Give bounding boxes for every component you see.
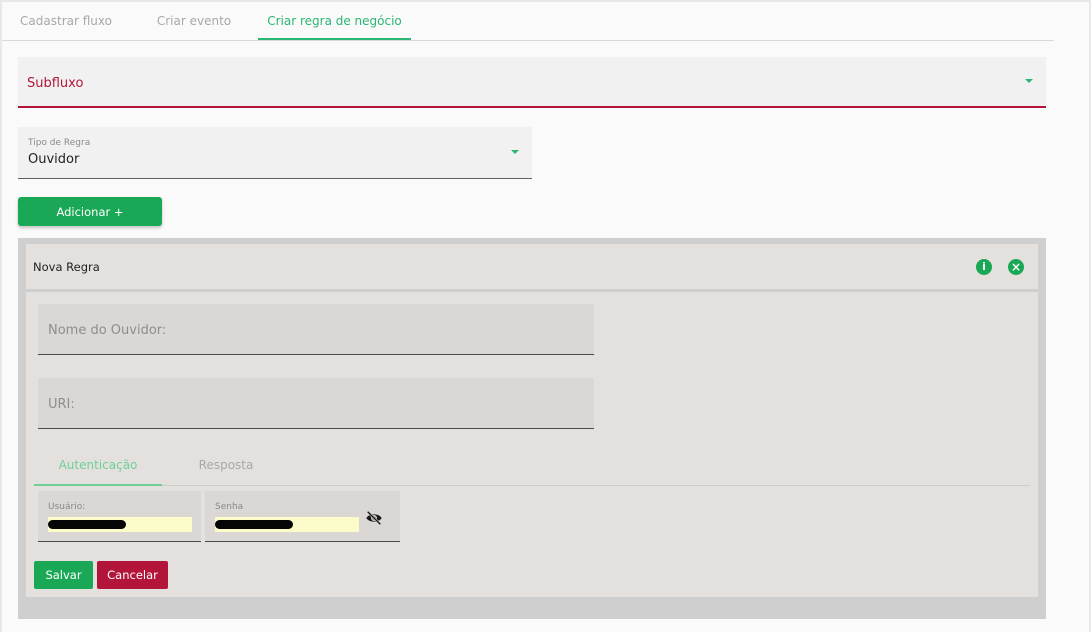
page-border-left — [0, 0, 2, 632]
rule-subtabs: Autenticação Resposta — [34, 446, 1030, 486]
usuario-label: Usuário: — [48, 502, 86, 512]
subfluxo-select[interactable]: Subfluxo — [18, 57, 1046, 108]
uri-input[interactable]: URI: — [38, 378, 594, 429]
usuario-autofill-value — [48, 517, 192, 532]
nome-ouvidor-input[interactable]: Nome do Ouvidor: — [38, 304, 594, 355]
close-circle-icon[interactable]: × — [1008, 259, 1024, 275]
salvar-button[interactable]: Salvar — [34, 561, 93, 589]
tipo-regra-value: Ouvidor — [28, 152, 80, 167]
dropdown-caret-icon — [511, 150, 519, 154]
usuario-input[interactable]: Usuário: — [38, 491, 201, 542]
rule-body: Nome do Ouvidor: URI: Autenticação Respo… — [26, 292, 1038, 597]
nome-ouvidor-placeholder: Nome do Ouvidor: — [48, 323, 167, 338]
tab-autenticacao[interactable]: Autenticação — [34, 446, 162, 485]
dropdown-caret-icon — [1025, 79, 1033, 83]
subfluxo-label: Subfluxo — [27, 76, 84, 91]
uri-placeholder: URI: — [48, 397, 75, 412]
info-icon[interactable]: i — [976, 259, 992, 275]
rule-header: Nova Regra i × — [26, 244, 1038, 289]
tab-resposta[interactable]: Resposta — [162, 446, 290, 485]
tipo-regra-select[interactable]: Tipo de Regra Ouvidor — [18, 127, 532, 179]
cancelar-button[interactable]: Cancelar — [97, 561, 168, 589]
tab-active-indicator — [258, 38, 411, 40]
rule-title: Nova Regra — [33, 260, 100, 274]
senha-input[interactable]: Senha — [205, 491, 400, 542]
redacted-value — [48, 520, 126, 529]
senha-label: Senha — [215, 502, 244, 512]
redacted-value — [215, 520, 293, 529]
tab-cadastrar-fluxo[interactable]: Cadastrar fluxo — [2, 2, 130, 40]
senha-autofill-value — [215, 517, 359, 532]
eye-off-icon[interactable] — [365, 511, 383, 525]
tab-criar-evento[interactable]: Criar evento — [130, 2, 258, 40]
tab-criar-regra-negocio[interactable]: Criar regra de negócio — [258, 2, 411, 40]
subtab-active-indicator — [34, 484, 162, 486]
tipo-regra-label: Tipo de Regra — [28, 138, 91, 148]
adicionar-button[interactable]: Adicionar + — [18, 197, 162, 226]
main-tabs: Cadastrar fluxo Criar evento Criar regra… — [2, 2, 1054, 41]
